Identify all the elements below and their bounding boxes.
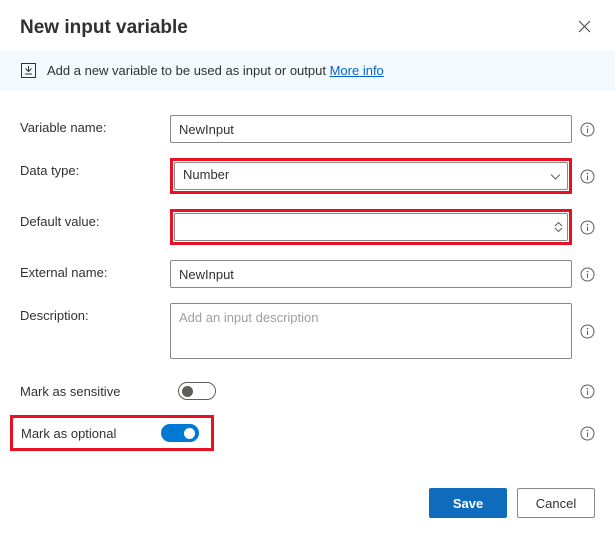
default-value-input[interactable]	[174, 213, 568, 241]
label-default-value: Default value:	[20, 209, 160, 229]
label-external-name: External name:	[20, 260, 160, 280]
toggle-knob	[184, 428, 195, 439]
dialog-title: New input variable	[20, 17, 188, 39]
info-icon[interactable]	[580, 426, 595, 441]
info-icon[interactable]	[580, 384, 595, 399]
save-button[interactable]: Save	[429, 488, 507, 518]
row-default-value: Default value:	[20, 209, 595, 245]
label-variable-name: Variable name:	[20, 115, 160, 135]
row-data-type: Data type: Number	[20, 158, 595, 194]
banner-message: Add a new variable to be used as input o…	[47, 63, 326, 78]
default-value-highlight	[170, 209, 572, 245]
label-mark-optional: Mark as optional	[13, 426, 161, 441]
toggle-knob	[182, 386, 193, 397]
info-icon[interactable]	[580, 220, 595, 235]
label-data-type: Data type:	[20, 158, 160, 178]
cancel-button[interactable]: Cancel	[517, 488, 595, 518]
external-name-input[interactable]	[170, 260, 572, 288]
banner-text: Add a new variable to be used as input o…	[47, 63, 384, 78]
label-description: Description:	[20, 303, 160, 323]
more-info-link[interactable]: More info	[330, 63, 384, 78]
new-input-variable-dialog: New input variable Add a new variable to…	[0, 0, 615, 538]
info-banner: Add a new variable to be used as input o…	[0, 50, 615, 91]
row-variable-name: Variable name:	[20, 115, 595, 143]
data-type-highlight: Number	[170, 158, 572, 194]
info-icon[interactable]	[580, 169, 595, 184]
variable-name-input[interactable]	[170, 115, 572, 143]
mark-sensitive-toggle[interactable]	[178, 382, 216, 400]
mark-optional-toggle[interactable]	[161, 424, 199, 442]
form-body: Variable name: Data type: Number	[0, 91, 615, 468]
dialog-footer: Save Cancel	[0, 468, 615, 538]
info-icon[interactable]	[580, 122, 595, 137]
close-button[interactable]	[574, 16, 595, 40]
info-icon[interactable]	[580, 267, 595, 282]
row-description: Description:	[20, 303, 595, 359]
description-input[interactable]	[170, 303, 572, 359]
data-type-select[interactable]: Number	[174, 162, 568, 190]
row-external-name: External name:	[20, 260, 595, 288]
mark-optional-highlight: Mark as optional	[10, 415, 214, 451]
dialog-header: New input variable	[0, 0, 615, 50]
close-icon	[578, 20, 591, 33]
input-variable-icon	[20, 62, 37, 79]
chevron-down-icon	[554, 227, 563, 233]
info-icon[interactable]	[580, 324, 595, 339]
data-type-value: Number	[183, 167, 229, 182]
row-mark-optional: Mark as optional	[10, 415, 595, 451]
number-spinner[interactable]	[554, 221, 563, 233]
row-mark-sensitive: Mark as sensitive	[20, 382, 595, 400]
label-mark-sensitive: Mark as sensitive	[20, 384, 168, 399]
